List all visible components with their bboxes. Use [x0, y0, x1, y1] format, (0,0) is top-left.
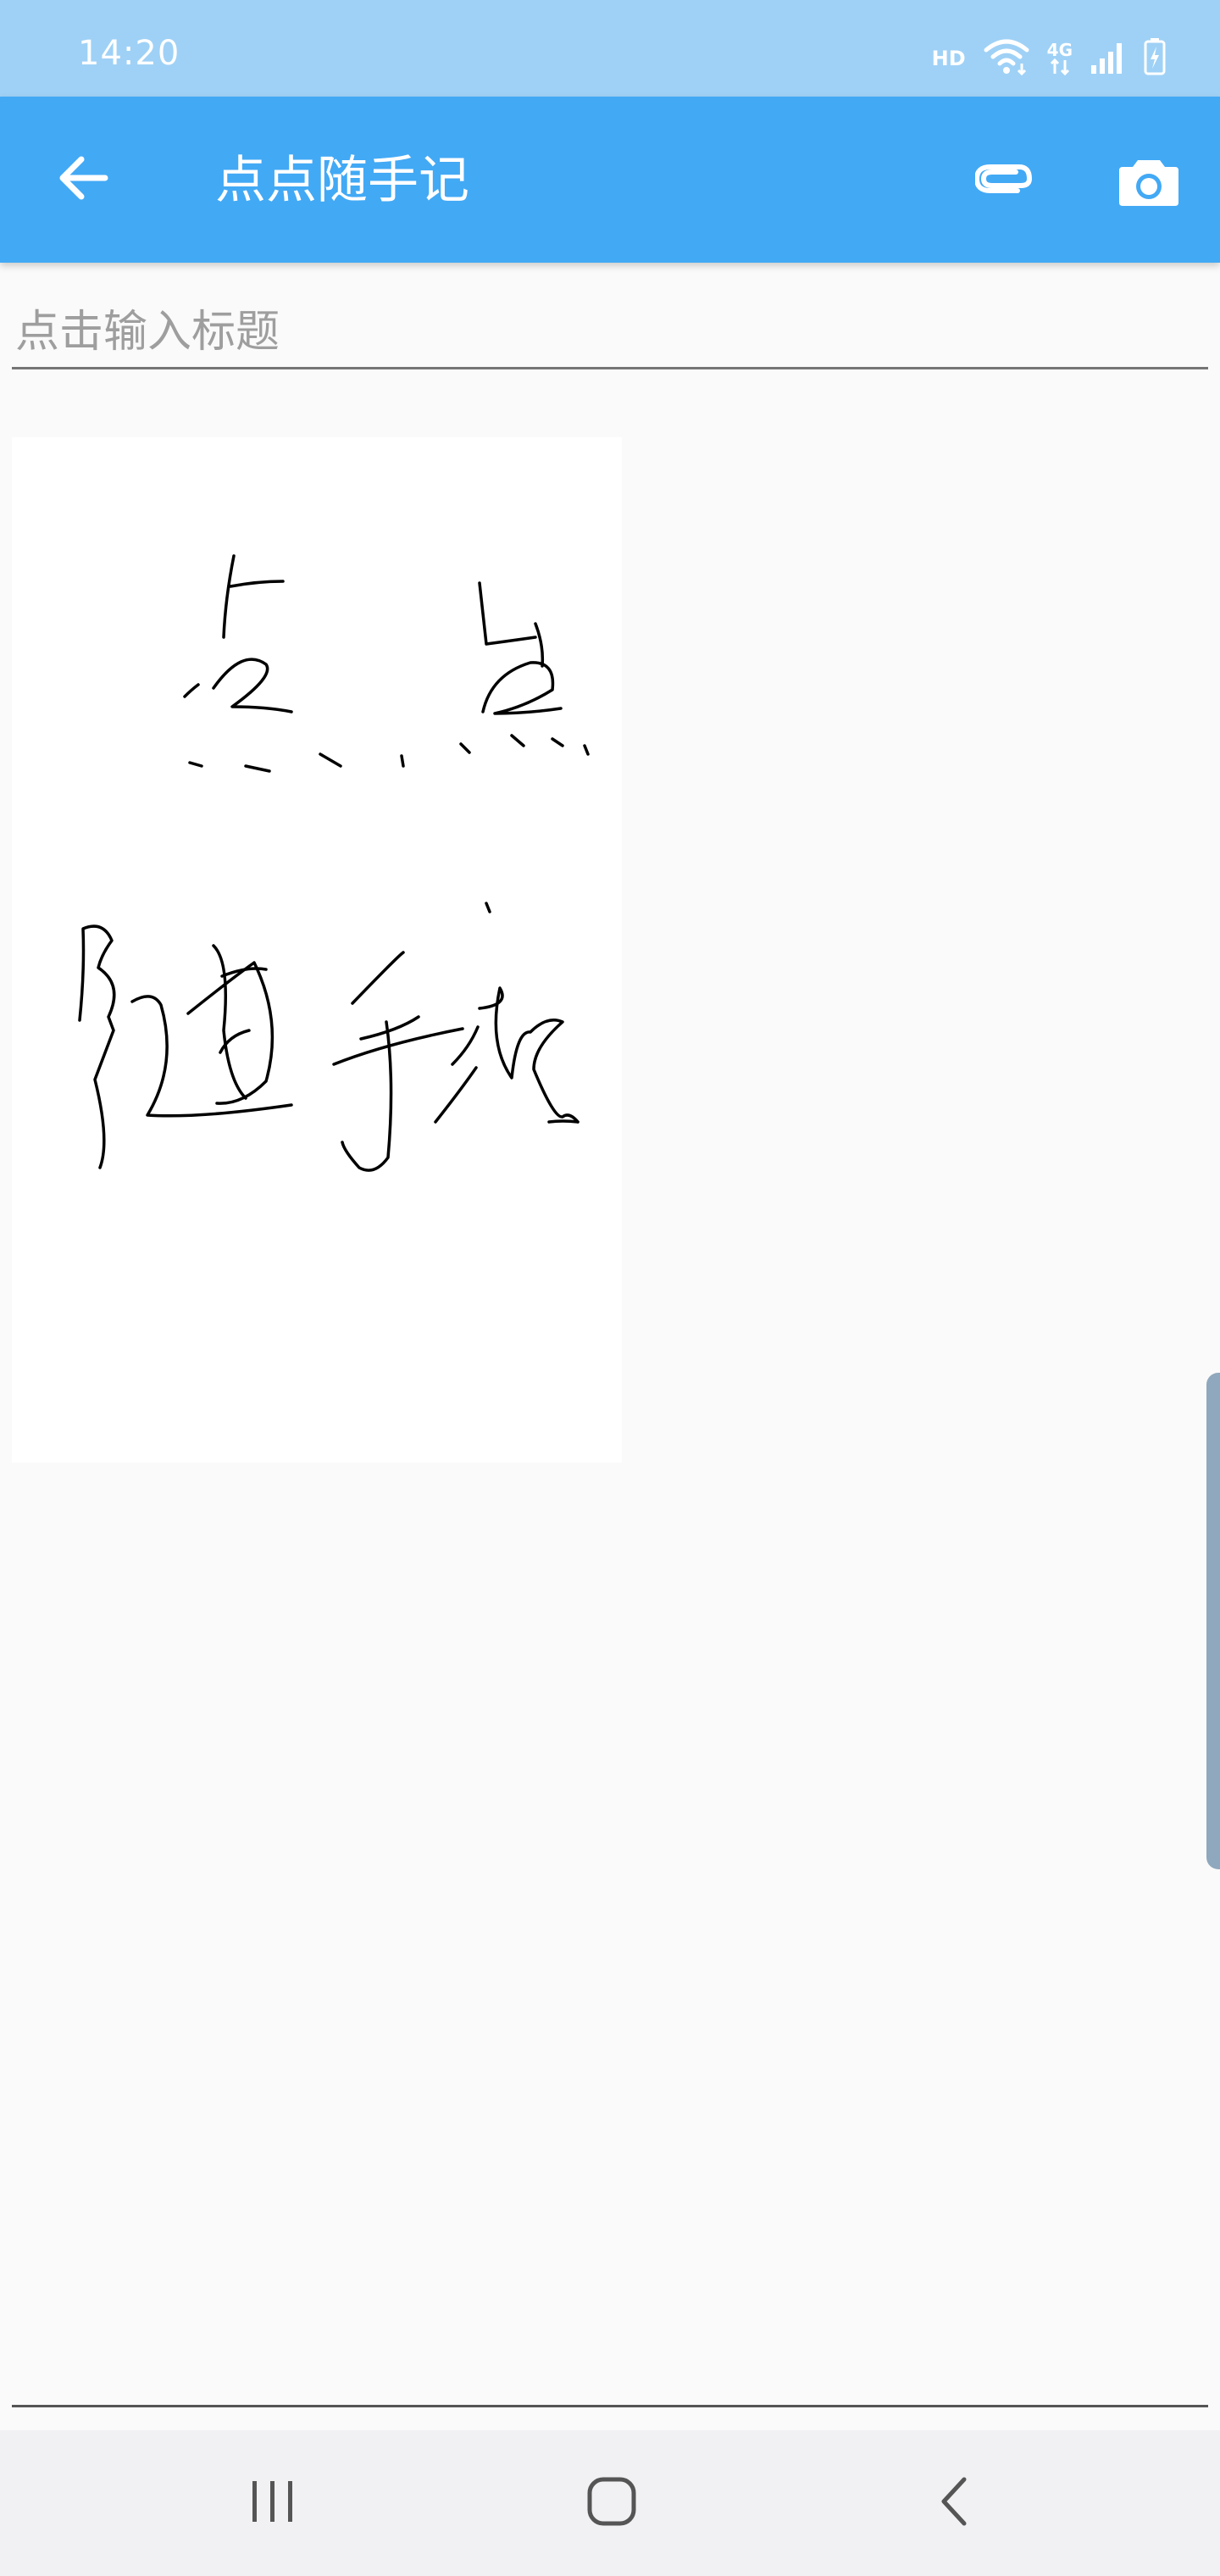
arrow-left-icon [58, 156, 108, 203]
recents-button[interactable] [222, 2461, 324, 2545]
recents-icon [247, 2479, 298, 2527]
camera-icon [1117, 155, 1180, 211]
back-button[interactable] [47, 144, 119, 215]
battery-charging-icon [1144, 38, 1166, 79]
content-divider [12, 2405, 1208, 2407]
handwriting-image[interactable] [12, 437, 622, 1463]
page-title: 点点随手记 [215, 151, 469, 210]
nav-back-button[interactable] [903, 2461, 1005, 2545]
app-bar: 点点随手记 [0, 97, 1220, 263]
handwriting-drawing [78, 554, 590, 1172]
4g-icon: 4G [1047, 42, 1073, 75]
wifi-icon [983, 38, 1030, 79]
system-nav-bar [0, 2430, 1220, 2576]
home-button[interactable] [561, 2461, 663, 2545]
status-time: 14:20 [78, 34, 180, 73]
attach-button[interactable] [968, 142, 1044, 219]
status-bar: 14:20 HD 4G [0, 0, 1220, 97]
note-title-input[interactable] [12, 297, 1208, 369]
chevron-left-icon [937, 2476, 971, 2530]
hd-icon: HD [931, 47, 966, 70]
paperclip-icon [973, 162, 1036, 199]
scrollbar-handle[interactable] [1206, 1373, 1220, 1869]
signal-icon [1090, 40, 1127, 77]
camera-button[interactable] [1108, 142, 1190, 224]
home-icon [586, 2476, 637, 2530]
status-icons: HD 4G [932, 37, 1166, 80]
